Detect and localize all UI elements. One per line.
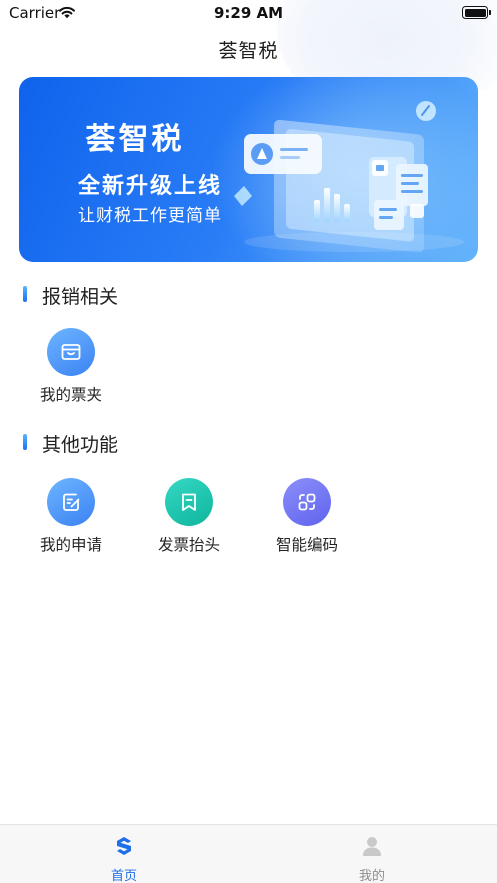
section-accent-bar <box>23 286 27 302</box>
section-title: 报销相关 <box>42 286 119 308</box>
grid-item-smart-coding[interactable]: 智能编码 <box>257 478 357 558</box>
grid-item-label: 智能编码 <box>275 536 338 554</box>
section-accent-bar <box>23 434 27 450</box>
dashboard-illustration <box>234 101 464 252</box>
grid-item-my-applications[interactable]: 我的申请 <box>21 478 121 558</box>
wallet-icon <box>47 328 95 376</box>
bookmark-icon <box>165 478 213 526</box>
promo-banner[interactable]: 荟智税 全新升级上线 让财税工作更简单 <box>19 77 478 262</box>
edit-document-icon <box>47 478 95 526</box>
section-title: 其他功能 <box>42 434 119 456</box>
tab-bar: 首页 我的 <box>0 824 497 883</box>
page-title: 荟智税 <box>218 40 279 62</box>
tab-label: 我的 <box>358 869 385 883</box>
tab-label: 首页 <box>110 869 137 883</box>
tab-home[interactable]: 首页 <box>0 825 248 883</box>
grid-item-label: 发票抬头 <box>157 536 220 554</box>
grid-item-invoice-folder[interactable]: 我的票夹 <box>21 328 121 408</box>
status-bar: Carrier 9:29 AM <box>0 0 497 26</box>
tab-mine[interactable]: 我的 <box>248 825 496 883</box>
grid-item-label: 我的申请 <box>39 536 102 554</box>
banner-title: 荟智税 <box>85 122 185 157</box>
grid-item-label: 我的票夹 <box>39 386 102 404</box>
battery-icon <box>462 6 491 19</box>
grid-item-invoice-header[interactable]: 发票抬头 <box>139 478 239 558</box>
person-icon <box>363 837 381 856</box>
code-link-icon <box>283 478 331 526</box>
status-time: 9:29 AM <box>213 4 284 22</box>
home-logo-icon <box>117 837 131 855</box>
